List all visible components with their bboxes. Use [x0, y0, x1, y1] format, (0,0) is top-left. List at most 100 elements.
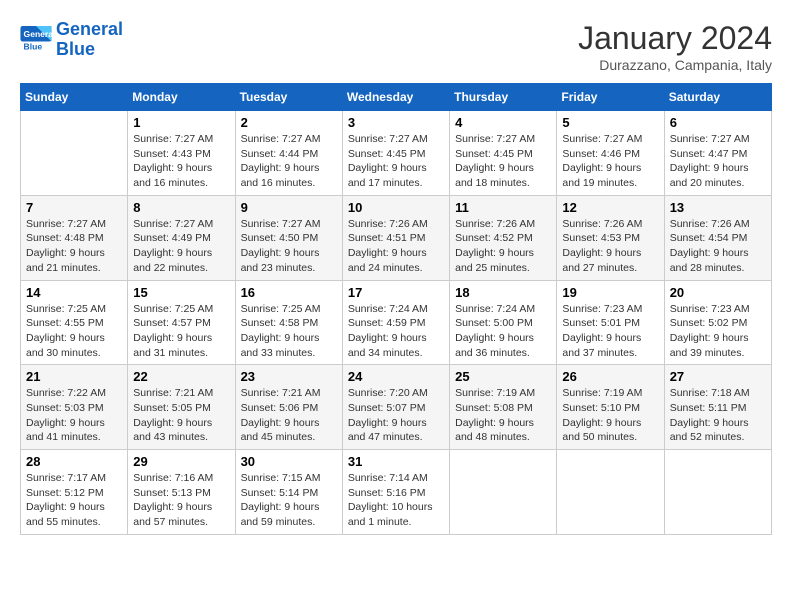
day-number: 26 [562, 369, 658, 384]
calendar-cell: 27Sunrise: 7:18 AMSunset: 5:11 PMDayligh… [664, 365, 771, 450]
day-info: Sunrise: 7:18 AMSunset: 5:11 PMDaylight:… [670, 386, 766, 445]
day-info: Sunrise: 7:15 AMSunset: 5:14 PMDaylight:… [241, 471, 337, 530]
calendar-cell [450, 450, 557, 535]
calendar-cell: 9 Sunrise: 7:27 AMSunset: 4:50 PMDaylight… [235, 195, 342, 280]
day-info: Sunrise: 7:20 AMSunset: 5:07 PMDaylight:… [348, 386, 444, 445]
day-info: Sunrise: 7:27 AMSunset: 4:48 PMDaylight:… [26, 217, 122, 276]
day-info: Sunrise: 7:24 AMSunset: 4:59 PMDaylight:… [348, 302, 444, 361]
day-info: Sunrise: 7:23 AMSunset: 5:01 PMDaylight:… [562, 302, 658, 361]
day-number: 19 [562, 285, 658, 300]
month-title: January 2024 [578, 20, 772, 57]
calendar-cell: 22Sunrise: 7:21 AMSunset: 5:05 PMDayligh… [128, 365, 235, 450]
day-number: 4 [455, 115, 551, 130]
day-info: Sunrise: 7:25 AMSunset: 4:58 PMDaylight:… [241, 302, 337, 361]
day-info: Sunrise: 7:25 AMSunset: 4:57 PMDaylight:… [133, 302, 229, 361]
day-info: Sunrise: 7:27 AMSunset: 4:47 PMDaylight:… [670, 132, 766, 191]
day-info: Sunrise: 7:27 AMSunset: 4:49 PMDaylight:… [133, 217, 229, 276]
day-number: 23 [241, 369, 337, 384]
logo-text: General Blue [56, 20, 123, 60]
header-friday: Friday [557, 84, 664, 111]
day-number: 21 [26, 369, 122, 384]
header-tuesday: Tuesday [235, 84, 342, 111]
day-number: 20 [670, 285, 766, 300]
calendar-cell: 4 Sunrise: 7:27 AMSunset: 4:45 PMDaylight… [450, 111, 557, 196]
day-number: 15 [133, 285, 229, 300]
day-number: 18 [455, 285, 551, 300]
calendar-cell: 25 Sunrise: 7:19 AMSunset: 5:08 PMDayligh… [450, 365, 557, 450]
svg-text:Blue: Blue [24, 41, 43, 51]
day-info: Sunrise: 7:26 AMSunset: 4:54 PMDaylight:… [670, 217, 766, 276]
day-info: Sunrise: 7:14 AMSunset: 5:16 PMDaylight:… [348, 471, 444, 530]
calendar-week-5: 28 Sunrise: 7:17 AMSunset: 5:12 PMDayligh… [21, 450, 772, 535]
day-info: Sunrise: 7:26 AMSunset: 4:53 PMDaylight:… [562, 217, 658, 276]
day-info: Sunrise: 7:24 AMSunset: 5:00 PMDaylight:… [455, 302, 551, 361]
calendar-table: Sunday Monday Tuesday Wednesday Thursday… [20, 83, 772, 535]
day-info: Sunrise: 7:26 AMSunset: 4:52 PMDaylight:… [455, 217, 551, 276]
calendar-cell: 20Sunrise: 7:23 AMSunset: 5:02 PMDayligh… [664, 280, 771, 365]
calendar-cell [21, 111, 128, 196]
day-number: 3 [348, 115, 444, 130]
day-number: 24 [348, 369, 444, 384]
calendar-cell: 2 Sunrise: 7:27 AMSunset: 4:44 PMDaylight… [235, 111, 342, 196]
day-info: Sunrise: 7:16 AMSunset: 5:13 PMDaylight:… [133, 471, 229, 530]
page-header: General Blue General Blue January 2024 D… [20, 20, 772, 73]
day-number: 2 [241, 115, 337, 130]
day-number: 30 [241, 454, 337, 469]
header-wednesday: Wednesday [342, 84, 449, 111]
day-info: Sunrise: 7:26 AMSunset: 4:51 PMDaylight:… [348, 217, 444, 276]
day-info: Sunrise: 7:27 AMSunset: 4:50 PMDaylight:… [241, 217, 337, 276]
day-number: 25 [455, 369, 551, 384]
location-subtitle: Durazzano, Campania, Italy [578, 57, 772, 73]
calendar-cell: 5 Sunrise: 7:27 AMSunset: 4:46 PMDaylight… [557, 111, 664, 196]
day-number: 8 [133, 200, 229, 215]
svg-text:General: General [24, 29, 52, 39]
logo-icon: General Blue [20, 26, 52, 54]
calendar-cell: 14 Sunrise: 7:25 AMSunset: 4:55 PMDayligh… [21, 280, 128, 365]
day-info: Sunrise: 7:19 AMSunset: 5:08 PMDaylight:… [455, 386, 551, 445]
calendar-cell: 3Sunrise: 7:27 AMSunset: 4:45 PMDaylight… [342, 111, 449, 196]
calendar-cell: 8 Sunrise: 7:27 AMSunset: 4:49 PMDaylight… [128, 195, 235, 280]
day-info: Sunrise: 7:19 AMSunset: 5:10 PMDaylight:… [562, 386, 658, 445]
day-number: 7 [26, 200, 122, 215]
calendar-cell: 13Sunrise: 7:26 AMSunset: 4:54 PMDayligh… [664, 195, 771, 280]
calendar-cell: 1Sunrise: 7:27 AMSunset: 4:43 PMDaylight… [128, 111, 235, 196]
weekday-header-row: Sunday Monday Tuesday Wednesday Thursday… [21, 84, 772, 111]
day-info: Sunrise: 7:27 AMSunset: 4:45 PMDaylight:… [455, 132, 551, 191]
calendar-cell [664, 450, 771, 535]
header-sunday: Sunday [21, 84, 128, 111]
calendar-header: Sunday Monday Tuesday Wednesday Thursday… [21, 84, 772, 111]
day-info: Sunrise: 7:27 AMSunset: 4:44 PMDaylight:… [241, 132, 337, 191]
day-number: 9 [241, 200, 337, 215]
day-number: 11 [455, 200, 551, 215]
calendar-cell: 21Sunrise: 7:22 AMSunset: 5:03 PMDayligh… [21, 365, 128, 450]
day-number: 31 [348, 454, 444, 469]
day-number: 6 [670, 115, 766, 130]
day-info: Sunrise: 7:27 AMSunset: 4:46 PMDaylight:… [562, 132, 658, 191]
calendar-cell: 10Sunrise: 7:26 AMSunset: 4:51 PMDayligh… [342, 195, 449, 280]
header-thursday: Thursday [450, 84, 557, 111]
header-saturday: Saturday [664, 84, 771, 111]
day-info: Sunrise: 7:17 AMSunset: 5:12 PMDaylight:… [26, 471, 122, 530]
day-number: 17 [348, 285, 444, 300]
logo: General Blue General Blue [20, 20, 123, 60]
calendar-cell: 18 Sunrise: 7:24 AMSunset: 5:00 PMDayligh… [450, 280, 557, 365]
day-info: Sunrise: 7:25 AMSunset: 4:55 PMDaylight:… [26, 302, 122, 361]
calendar-cell: 26 Sunrise: 7:19 AMSunset: 5:10 PMDayligh… [557, 365, 664, 450]
calendar-cell: 17 Sunrise: 7:24 AMSunset: 4:59 PMDayligh… [342, 280, 449, 365]
calendar-body: 1Sunrise: 7:27 AMSunset: 4:43 PMDaylight… [21, 111, 772, 535]
calendar-cell [557, 450, 664, 535]
calendar-cell: 29 Sunrise: 7:16 AMSunset: 5:13 PMDayligh… [128, 450, 235, 535]
day-number: 29 [133, 454, 229, 469]
day-number: 5 [562, 115, 658, 130]
calendar-week-4: 21Sunrise: 7:22 AMSunset: 5:03 PMDayligh… [21, 365, 772, 450]
day-info: Sunrise: 7:27 AMSunset: 4:43 PMDaylight:… [133, 132, 229, 191]
day-number: 12 [562, 200, 658, 215]
calendar-cell: 16 Sunrise: 7:25 AMSunset: 4:58 PMDayligh… [235, 280, 342, 365]
calendar-cell: 19 Sunrise: 7:23 AMSunset: 5:01 PMDayligh… [557, 280, 664, 365]
day-number: 28 [26, 454, 122, 469]
day-number: 22 [133, 369, 229, 384]
calendar-cell: 24 Sunrise: 7:20 AMSunset: 5:07 PMDayligh… [342, 365, 449, 450]
day-number: 14 [26, 285, 122, 300]
day-number: 16 [241, 285, 337, 300]
calendar-week-3: 14 Sunrise: 7:25 AMSunset: 4:55 PMDayligh… [21, 280, 772, 365]
